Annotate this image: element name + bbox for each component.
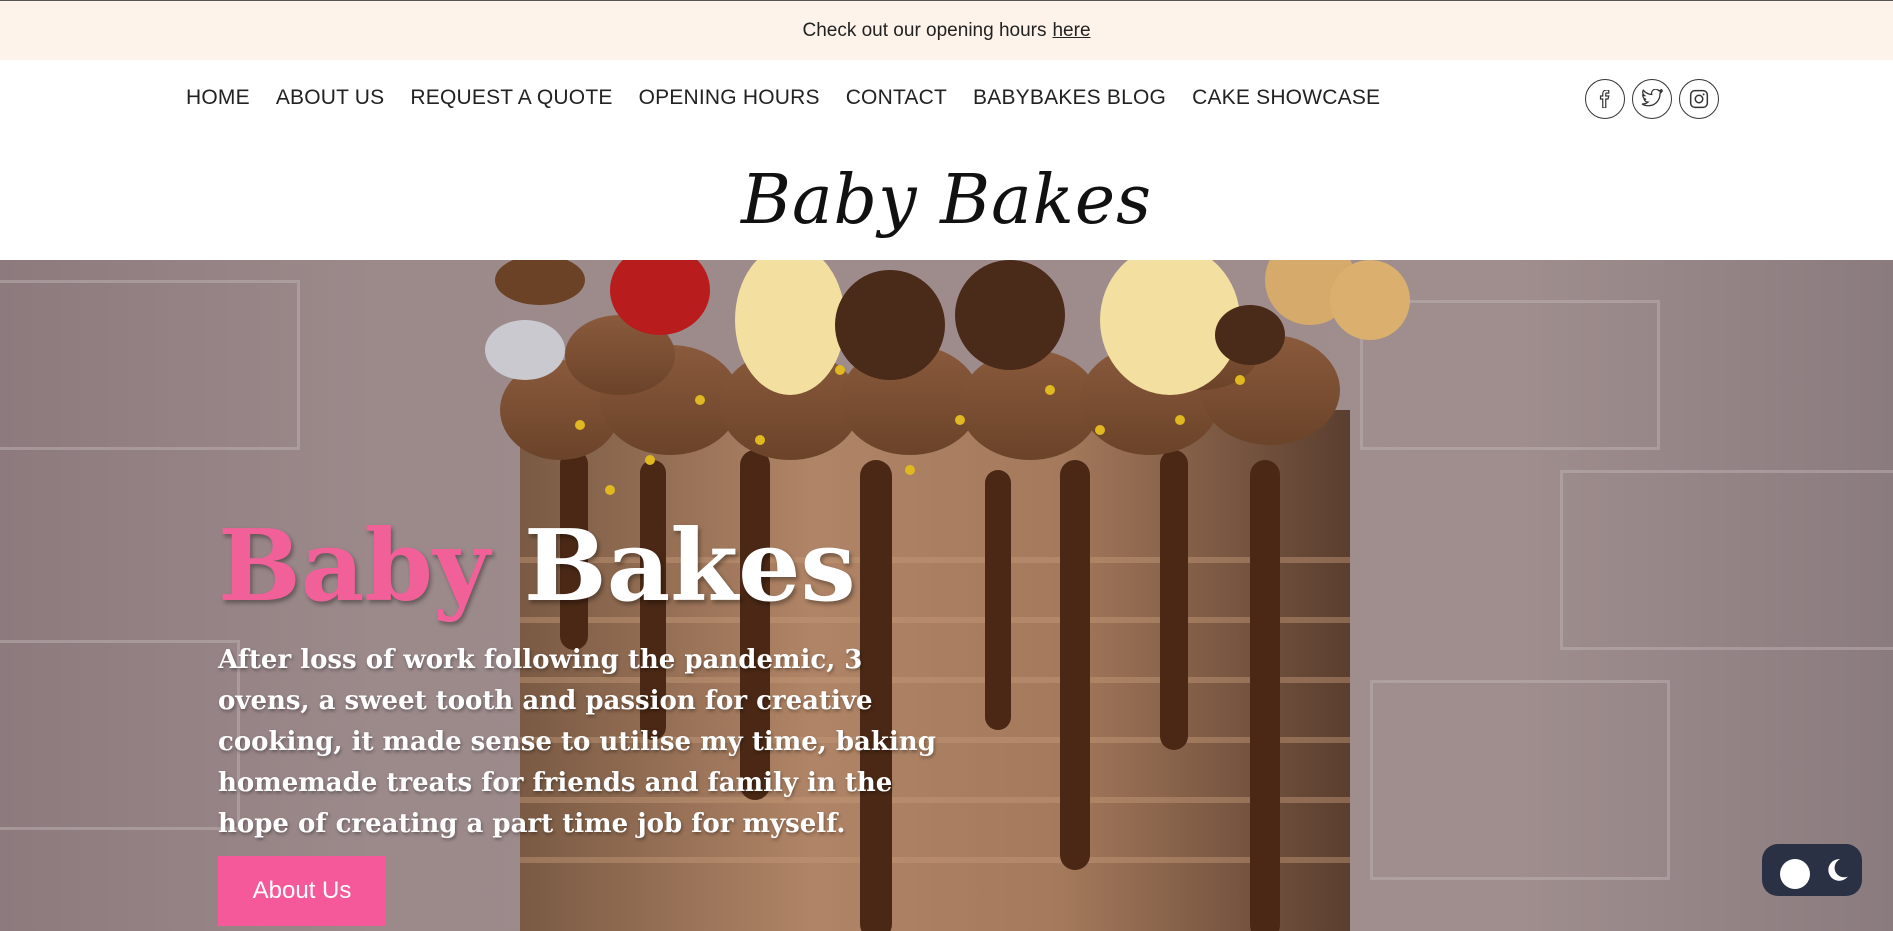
- facebook-icon: [1599, 90, 1610, 108]
- hero-title: Baby Bakes: [218, 518, 978, 616]
- nav-cake-showcase[interactable]: CAKE SHOWCASE: [1192, 86, 1380, 110]
- twitter-icon: [1641, 89, 1663, 107]
- facebook-link[interactable]: [1585, 79, 1625, 119]
- theme-toggle[interactable]: [1762, 844, 1862, 896]
- nav-blog[interactable]: BABYBAKES BLOG: [973, 86, 1166, 110]
- hero-text: Baby Bakes After loss of work following …: [218, 518, 978, 845]
- nav-opening-hours[interactable]: OPENING HOURS: [639, 86, 820, 110]
- navbar: HOME ABOUT US REQUEST A QUOTE OPENING HO…: [0, 60, 1893, 140]
- nav-request-quote[interactable]: REQUEST A QUOTE: [410, 86, 612, 110]
- toggle-knob: [1780, 859, 1810, 889]
- moon-icon: [1828, 859, 1848, 881]
- instagram-icon: [1689, 89, 1709, 109]
- brand-logo[interactable]: Baby Bakes: [0, 140, 1893, 260]
- nav-about-us[interactable]: ABOUT US: [276, 86, 385, 110]
- opening-hours-link[interactable]: here: [1052, 20, 1090, 42]
- twitter-link[interactable]: [1632, 79, 1672, 119]
- instagram-link[interactable]: [1679, 79, 1719, 119]
- social-links: [1585, 79, 1719, 119]
- about-us-button[interactable]: About Us: [218, 856, 386, 926]
- announcement-bar: Check out our opening hours here: [0, 0, 1893, 60]
- hero-section: Baby Bakes After loss of work following …: [0, 260, 1893, 931]
- hero-title-pink: Baby: [218, 509, 490, 624]
- main-nav: HOME ABOUT US REQUEST A QUOTE OPENING HO…: [186, 86, 1406, 110]
- hero-title-white: Bakes: [523, 509, 856, 624]
- hero-body: After loss of work following the pandemi…: [218, 645, 936, 839]
- nav-home[interactable]: HOME: [186, 86, 250, 110]
- nav-contact[interactable]: CONTACT: [846, 86, 947, 110]
- announcement-text: Check out our opening hours: [802, 19, 1047, 41]
